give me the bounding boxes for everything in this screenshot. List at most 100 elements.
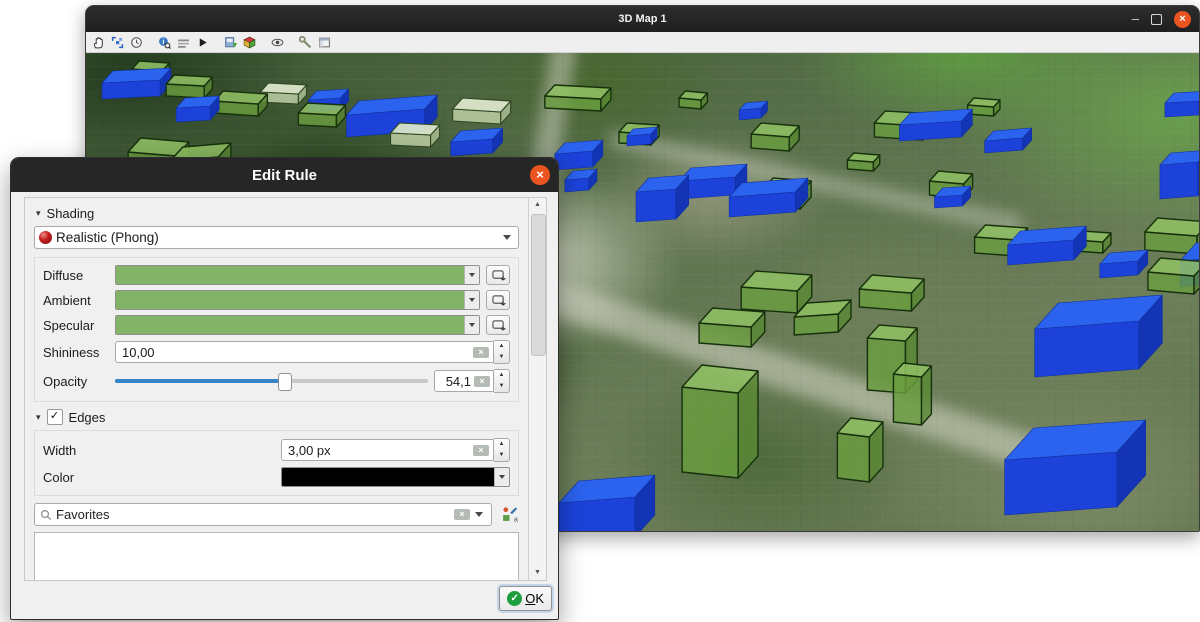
slider-handle[interactable] xyxy=(278,373,292,391)
desktop: 3D Map 1 – × i xyxy=(0,0,1200,622)
ambient-color-button[interactable] xyxy=(115,290,480,310)
building-green xyxy=(391,123,440,147)
building-green xyxy=(893,363,931,425)
favorites-search-value: Favorites xyxy=(56,507,454,522)
favorites-row: Favorites × a xyxy=(34,503,519,526)
chevron-down-icon xyxy=(475,512,483,517)
data-defined-override-button[interactable] xyxy=(486,265,510,285)
close-icon[interactable]: × xyxy=(1174,11,1191,28)
dialog-content: ▾ Shading Realistic (Phong) Diffuse xyxy=(25,198,528,580)
minimize-icon[interactable]: – xyxy=(1132,14,1139,24)
dock-panel-icon[interactable] xyxy=(317,35,331,49)
collapse-arrow-icon: ▾ xyxy=(36,208,41,219)
export-scene-icon[interactable] xyxy=(242,35,256,49)
edge-width-spinner[interactable]: ▲▼ xyxy=(494,438,510,462)
favorites-search-input[interactable]: Favorites × xyxy=(34,503,492,526)
building-blue xyxy=(176,96,219,122)
opacity-value: 54,1 xyxy=(438,374,471,389)
map-window-title: 3D Map 1 xyxy=(618,13,666,25)
building-blue xyxy=(899,109,972,141)
building-green xyxy=(453,98,511,124)
shininess-spinner[interactable]: ▲▼ xyxy=(494,340,510,364)
shininess-input[interactable]: 10,00 × xyxy=(115,341,494,363)
building-green xyxy=(682,365,758,478)
close-icon[interactable]: × xyxy=(530,165,550,185)
shininess-value: 10,00 xyxy=(122,345,473,360)
dialog-title: Edit Rule xyxy=(252,167,317,184)
clear-field-icon[interactable]: × xyxy=(474,376,490,387)
data-defined-override-button[interactable] xyxy=(486,315,510,335)
clear-field-icon[interactable]: × xyxy=(473,445,489,456)
chevron-down-icon xyxy=(503,235,511,240)
dialog-scrollbar[interactable]: ▲ ▼ xyxy=(528,198,546,580)
clear-field-icon[interactable]: × xyxy=(454,509,470,520)
ok-label: O xyxy=(525,591,535,606)
building-blue xyxy=(636,175,689,222)
favorites-list[interactable] xyxy=(34,532,519,580)
svg-text:i: i xyxy=(162,39,164,46)
dialog-scroll-area: ▾ Shading Realistic (Phong) Diffuse xyxy=(24,197,547,581)
scroll-down-icon[interactable]: ▼ xyxy=(529,566,546,580)
collapse-arrow-icon: ▾ xyxy=(36,412,41,423)
edge-color-button[interactable] xyxy=(281,467,510,487)
configure-wrench-icon[interactable] xyxy=(298,35,312,49)
scroll-up-icon[interactable]: ▲ xyxy=(529,198,546,212)
shading-section-header[interactable]: ▾ Shading xyxy=(36,206,519,221)
dialog-button-row: ✓ OK xyxy=(499,586,552,611)
building-blue xyxy=(559,475,655,531)
play-animation-icon[interactable] xyxy=(195,35,209,49)
building-green xyxy=(751,123,799,151)
building-blue xyxy=(1008,226,1087,265)
building-blue xyxy=(102,68,171,99)
diffuse-color-button[interactable] xyxy=(115,265,480,285)
data-defined-override-button[interactable] xyxy=(486,290,510,310)
specular-color-button[interactable] xyxy=(115,315,480,335)
identify-icon[interactable]: i xyxy=(157,35,171,49)
edges-checkbox[interactable]: ✓ xyxy=(47,409,63,425)
building-green xyxy=(166,75,212,98)
building-blue xyxy=(1160,150,1199,199)
dialog-body: ▾ Shading Realistic (Phong) Diffuse xyxy=(11,192,558,619)
clear-field-icon[interactable]: × xyxy=(473,347,489,358)
shading-section-label: Shading xyxy=(47,206,95,221)
chevron-down-icon xyxy=(464,316,479,334)
ambient-row: Ambient xyxy=(43,290,510,310)
opacity-label: Opacity xyxy=(43,374,115,389)
building-blue xyxy=(555,140,603,170)
edge-color-swatch xyxy=(282,468,494,486)
edge-width-label: Width xyxy=(43,443,281,458)
slider-fill xyxy=(115,379,284,383)
ok-button[interactable]: ✓ OK xyxy=(499,586,552,611)
edge-color-label: Color xyxy=(43,470,281,485)
opacity-input[interactable]: 54,1 × xyxy=(434,370,494,392)
building-blue xyxy=(1005,420,1146,515)
zoom-full-icon[interactable] xyxy=(110,35,124,49)
map-window-titlebar[interactable]: 3D Map 1 – × xyxy=(86,6,1199,32)
scrollbar-thumb[interactable] xyxy=(531,214,546,356)
save-image-icon[interactable] xyxy=(223,35,237,49)
opacity-spinner[interactable]: ▲▼ xyxy=(494,369,510,393)
diffuse-label: Diffuse xyxy=(43,268,115,283)
material-type-value: Realistic (Phong) xyxy=(56,230,498,245)
view-theme-eye-icon[interactable] xyxy=(270,35,284,49)
building-blue xyxy=(451,128,503,156)
animation-clock-icon[interactable] xyxy=(129,35,143,49)
material-type-select[interactable]: Realistic (Phong) xyxy=(34,226,519,249)
building-green xyxy=(837,418,883,482)
edge-width-value: 3,00 px xyxy=(288,443,473,458)
shininess-row: Shininess 10,00 × ▲▼ xyxy=(43,340,510,364)
building-green xyxy=(741,271,812,313)
ambient-color-swatch xyxy=(116,291,464,309)
edge-width-input[interactable]: 3,00 px × xyxy=(281,439,494,461)
measure-line-icon[interactable] xyxy=(176,35,190,49)
style-manager-button[interactable]: a xyxy=(499,505,519,525)
opacity-slider[interactable] xyxy=(115,371,428,391)
edges-section-header[interactable]: ▾ ✓ Edges xyxy=(36,409,519,425)
ambient-label: Ambient xyxy=(43,293,115,308)
building-green xyxy=(1148,258,1199,294)
dialog-titlebar[interactable]: Edit Rule × xyxy=(11,158,558,192)
camera-pan-icon[interactable] xyxy=(91,35,105,49)
opacity-row: Opacity 54,1 × ▲▼ xyxy=(43,369,510,393)
maximize-icon[interactable] xyxy=(1151,14,1162,25)
building-green xyxy=(298,103,345,127)
